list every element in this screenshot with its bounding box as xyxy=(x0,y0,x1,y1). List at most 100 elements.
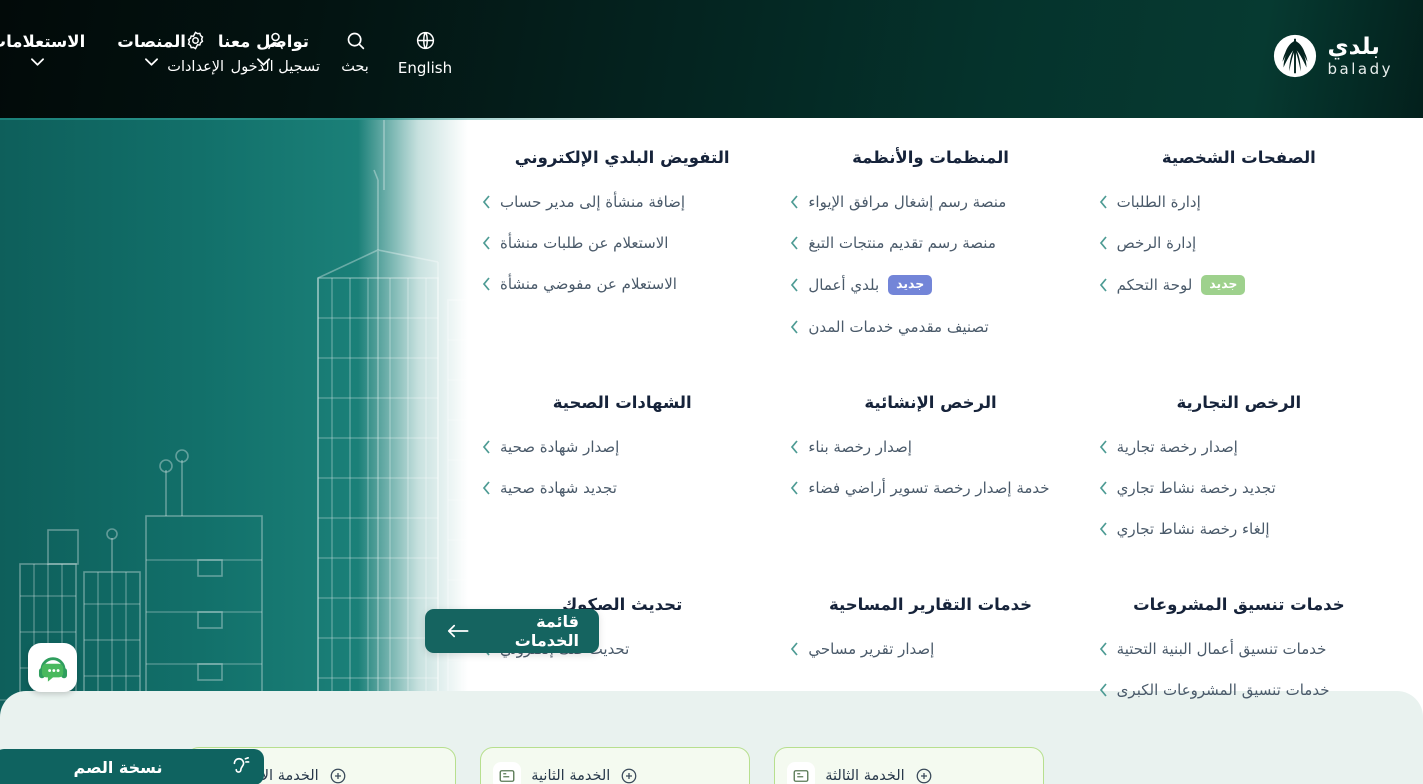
menu-link-issue-health-certificate[interactable]: إصدار شهادة صحية xyxy=(482,438,762,456)
menu-link-label: لوحة التحكم xyxy=(1116,275,1193,294)
mega-menu-column-commercial-licenses: الرخص التجارية إصدار رخصة تجارية تجديد ر… xyxy=(1085,359,1393,561)
menu-link-label: منصة رسم تقديم منتجات التبغ xyxy=(808,234,996,252)
services-list-button-label: قائمة الخدمات xyxy=(514,612,579,650)
menu-link-label: إصدار تقرير مساحي xyxy=(808,639,935,658)
menu-link-label: خدمات تنسيق المشروعات الكبرى xyxy=(1116,680,1330,699)
chevron-left-icon xyxy=(482,236,490,250)
service-card[interactable]: الخدمة الثالثة xyxy=(774,747,1045,784)
site-header: بلدي balady تواصل معنا المنصات الاستعلام… xyxy=(0,0,1423,118)
chevron-left-icon xyxy=(791,278,798,292)
mega-menu-column-organizations: المنظمات والأنظمة منصة رسم إشغال مرافق ا… xyxy=(776,136,1084,359)
service-icon xyxy=(493,762,522,784)
menu-link-manage-licenses[interactable]: إدارة الرخص xyxy=(1099,234,1379,252)
plus-circle-icon[interactable] xyxy=(915,767,933,784)
menu-link-issue-land-fencing-permit[interactable]: خدمة إصدار رخصة تسوير أراضي فضاء xyxy=(790,479,1070,497)
new-badge: جديد xyxy=(1201,275,1246,295)
service-card-label: الخدمة الثالثة xyxy=(825,768,905,784)
column-title: التفويض البلدي الإلكتروني xyxy=(514,148,730,167)
menu-link-renew-health-certificate[interactable]: تجديد شهادة صحية xyxy=(482,479,762,497)
menu-link-label: تصنيف مقدمي خدمات المدن xyxy=(808,317,989,336)
header-bottom-accent xyxy=(0,118,1423,120)
menu-link-label: إلغاء رخصة نشاط تجاري xyxy=(1116,519,1270,538)
brand-logo[interactable]: بلدي balady xyxy=(1272,33,1393,79)
plus-circle-icon[interactable] xyxy=(329,767,347,784)
menu-link-label: منصة رسم إشغال مرافق الإيواء xyxy=(808,193,1007,211)
menu-link-label: تجديد رخصة نشاط تجاري xyxy=(1116,478,1276,497)
chevron-left-icon xyxy=(1099,521,1107,536)
mega-menu-column-project-coordination: خدمات تنسيق المشروعات خدمات تنسيق أعمال … xyxy=(1085,561,1393,722)
language-switch-english[interactable]: English xyxy=(390,30,460,77)
column-title: المنظمات والأنظمة xyxy=(852,148,1009,167)
menu-link-renew-commercial-license[interactable]: تجديد رخصة نشاط تجاري xyxy=(1099,479,1379,497)
menu-link-label: بلدي أعمال xyxy=(808,275,880,294)
service-icon xyxy=(787,762,816,784)
ear-hearing-icon xyxy=(233,757,250,773)
menu-link-label: إصدار رخصة تجارية xyxy=(1116,437,1238,456)
mega-menu-grid: الصفحات الشخصية إدارة الطلبات إدارة الرخ… xyxy=(468,118,1423,722)
chevron-left-icon xyxy=(791,480,798,495)
login-button[interactable]: تسجيل الدخول xyxy=(231,30,320,75)
chevron-left-icon xyxy=(482,195,490,209)
new-badge: جديد xyxy=(888,275,933,295)
menu-link-inquire-facility-requests[interactable]: الاستعلام عن طلبات منشأة xyxy=(482,234,762,252)
menu-link-issue-building-permit[interactable]: إصدار رخصة بناء xyxy=(790,438,1070,456)
column-title: الصفحات الشخصية xyxy=(1161,148,1316,167)
service-card-label: الخدمة الثانية xyxy=(531,768,611,784)
chevron-left-icon xyxy=(482,439,490,454)
utility-label: تسجيل الدخول xyxy=(230,59,320,75)
mega-menu-column-health-certificates: الشهادات الصحية إصدار شهادة صحية تجديد ش… xyxy=(468,359,776,561)
palm-tree-logo xyxy=(1273,34,1316,78)
menu-link-dashboard[interactable]: لوحة التحكم جديد xyxy=(1099,275,1379,295)
chevron-left-icon xyxy=(482,277,490,291)
mega-menu-column-personal-pages: الصفحات الشخصية إدارة الطلبات إدارة الرخ… xyxy=(1085,136,1393,359)
page-root: الخدمات الأكثر طلباً الخدمة الأولى الخدم… xyxy=(0,0,1423,784)
brand-name-ar: بلدي xyxy=(1327,33,1380,60)
column-title: الرخص الإنشائية xyxy=(864,392,997,412)
column-title: خدمات التقارير المساحية xyxy=(828,594,1033,614)
menu-link-issue-survey-report[interactable]: إصدار تقرير مساحي xyxy=(790,640,1070,658)
menu-link-tobacco-fee-platform[interactable]: منصة رسم تقديم منتجات التبغ xyxy=(790,234,1070,252)
mega-menu-panel: الصفحات الشخصية إدارة الطلبات إدارة الرخ… xyxy=(358,118,1423,699)
chevron-left-icon xyxy=(791,641,798,656)
services-list-button[interactable]: قائمة الخدمات xyxy=(425,609,599,653)
menu-link-city-service-providers[interactable]: تصنيف مقدمي خدمات المدن xyxy=(790,318,1070,336)
settings-button[interactable]: الإعدادات xyxy=(161,30,231,75)
plus-circle-icon[interactable] xyxy=(620,767,638,784)
sign-language-widget-button[interactable] xyxy=(28,643,77,692)
chevron-left-icon xyxy=(791,319,798,334)
deaf-version-label: نسخة الصم xyxy=(73,757,163,777)
brand-name-en: balady xyxy=(1327,59,1393,78)
chevron-left-icon xyxy=(1099,480,1107,495)
menu-link-inquire-facility-delegates[interactable]: الاستعلام عن مفوضي منشأة xyxy=(482,275,762,293)
menu-link-shelter-fee-platform[interactable]: منصة رسم إشغال مرافق الإيواء xyxy=(790,193,1070,211)
utility-label: بحث xyxy=(341,59,369,75)
menu-link-label: تجديد شهادة صحية xyxy=(500,478,617,497)
globe-icon xyxy=(416,31,434,50)
services-mega-menu: الصفحات الشخصية إدارة الطلبات إدارة الرخ… xyxy=(0,118,1423,699)
menu-link-cancel-commercial-license[interactable]: إلغاء رخصة نشاط تجاري xyxy=(1099,520,1379,538)
menu-link-balady-business[interactable]: بلدي أعمال جديد xyxy=(790,275,1070,295)
menu-link-infrastructure-coordination[interactable]: خدمات تنسيق أعمال البنية التحتية xyxy=(1099,640,1379,658)
column-title: الشهادات الصحية xyxy=(552,392,692,412)
chevron-left-icon xyxy=(1099,195,1107,209)
menu-link-label: إدارة الرخص xyxy=(1116,234,1197,252)
deaf-version-bar[interactable]: نسخة الصم xyxy=(0,749,264,784)
mega-menu-column-construction-licenses: الرخص الإنشائية إصدار رخصة بناء خدمة إصد… xyxy=(776,359,1084,561)
menu-link-issue-commercial-license[interactable]: إصدار رخصة تجارية xyxy=(1099,438,1379,456)
chevron-left-icon xyxy=(1099,641,1107,656)
chevron-left-icon xyxy=(1099,278,1107,292)
utility-label: English xyxy=(397,59,453,77)
menu-link-label: إصدار شهادة صحية xyxy=(500,437,620,456)
menu-link-manage-requests[interactable]: إدارة الطلبات xyxy=(1099,193,1379,211)
menu-link-major-projects-coordination[interactable]: خدمات تنسيق المشروعات الكبرى xyxy=(1099,681,1379,699)
mega-menu-column-edelegation: التفويض البلدي الإلكتروني إضافة منشأة إل… xyxy=(468,136,776,359)
service-card[interactable]: الخدمة الثانية xyxy=(480,747,751,784)
user-icon xyxy=(267,32,283,50)
search-icon xyxy=(347,32,364,50)
utility-label: الإعدادات xyxy=(167,59,225,75)
menu-link-add-facility-to-manager[interactable]: إضافة منشأة إلى مدير حساب xyxy=(482,193,762,211)
arrow-left-icon xyxy=(447,624,469,638)
menu-link-label: الاستعلام عن طلبات منشأة xyxy=(500,234,669,252)
search-button[interactable]: بحث xyxy=(320,30,390,75)
chevron-left-icon xyxy=(1099,236,1107,250)
